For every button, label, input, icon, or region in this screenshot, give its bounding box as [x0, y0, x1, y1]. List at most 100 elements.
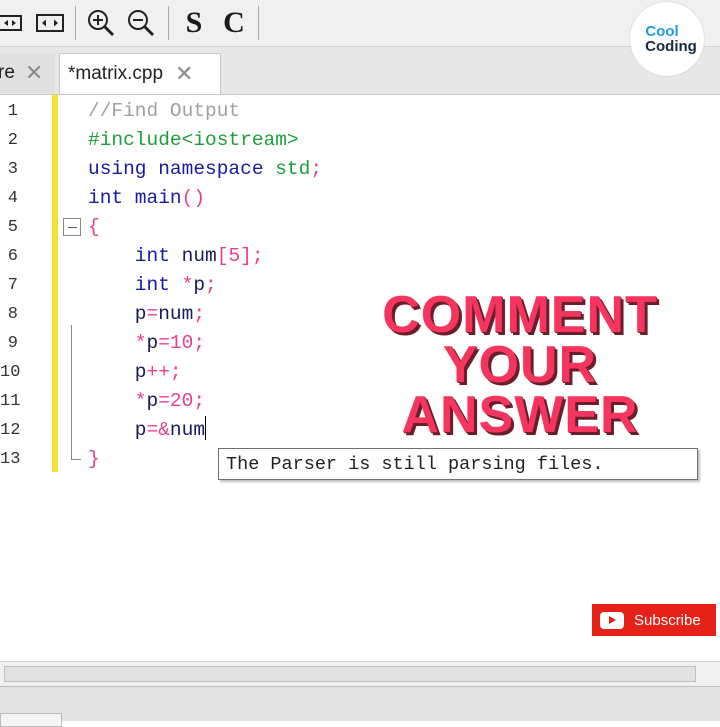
code-line: *p=20; [88, 387, 205, 416]
code-token: ]; [240, 245, 264, 267]
bottom-panel [0, 686, 720, 727]
modified-lines-bar [52, 95, 58, 472]
subscribe-button[interactable]: Subscribe [592, 604, 716, 636]
fold-guide-end [71, 459, 81, 460]
cool-coding-logo: Cool Coding [630, 2, 704, 76]
toolbar-separator [75, 6, 76, 40]
line-number: 4 [7, 189, 18, 208]
code-token: p [88, 303, 147, 325]
toolbar-separator [258, 6, 259, 40]
code-token: = [158, 390, 170, 412]
code-token: [ [216, 245, 229, 267]
code-token: 10 [169, 332, 194, 354]
code-token: ++; [146, 361, 182, 383]
code-token: () [181, 187, 206, 209]
line-number: 1 [7, 102, 18, 121]
code-token: num [158, 303, 194, 325]
code-token: p [193, 274, 206, 296]
code-token: num [181, 245, 217, 267]
subscribe-label: Subscribe [634, 611, 701, 629]
code-line: using namespace std; [88, 155, 322, 184]
code-line: *p=10; [88, 329, 205, 358]
code-token: ; [193, 390, 206, 412]
logo-line-1: Cool [645, 23, 679, 40]
code-token: } [88, 448, 100, 470]
line-number: 3 [7, 160, 18, 179]
code-line: } [88, 445, 100, 474]
code-token: * [88, 390, 147, 412]
youtube-play-icon [600, 611, 624, 629]
line-number: 5 [7, 218, 18, 237]
line-number: 11 [0, 392, 21, 411]
line-number: 13 [0, 450, 21, 469]
bottom-panel-tab[interactable] [0, 713, 62, 727]
logo-line-2: Coding [645, 38, 697, 55]
code-token: using namespace [88, 158, 276, 180]
line-number: 8 [7, 305, 18, 324]
code-token: * [88, 332, 147, 354]
code-line: { [88, 213, 100, 242]
overlay-word: Your [442, 336, 598, 394]
rectangle-select-icon[interactable] [33, 7, 67, 39]
tab-matrix-cpp[interactable]: *matrix.cpp ✕ [59, 53, 221, 94]
code-token: ; [310, 158, 323, 180]
code-token: = [146, 419, 159, 441]
fold-guide [71, 325, 72, 459]
code-line: p=&num [88, 416, 207, 445]
close-icon[interactable]: ✕ [175, 61, 193, 87]
parser-status-tooltip: The Parser is still parsing files. [218, 448, 698, 480]
code-token: 5 [228, 245, 241, 267]
code-token: * [181, 274, 194, 296]
toolbar: S C [0, 0, 720, 47]
c-toolbar-label: C [223, 6, 245, 39]
line-number: 10 [0, 363, 21, 382]
code-token: int [88, 245, 182, 267]
code-line: p++; [88, 358, 182, 387]
line-number: 6 [7, 247, 18, 266]
rectangle-select-icon[interactable] [0, 7, 26, 39]
code-token: ; [193, 303, 206, 325]
code-token: //Find Output [88, 100, 241, 122]
overlay-word: Comment [382, 286, 658, 344]
code-line: int main() [88, 184, 205, 213]
line-number: 7 [7, 276, 18, 295]
code-token: ; [205, 274, 217, 296]
code-token: ; [193, 332, 206, 354]
horizontal-scrollbar[interactable] [0, 661, 720, 686]
code-token: 20 [169, 390, 194, 412]
zoom-in-icon[interactable] [84, 7, 118, 39]
overlay-word: Answer [401, 386, 639, 444]
close-icon[interactable]: ✕ [25, 60, 43, 86]
code-token: p [146, 390, 159, 412]
code-token: num [169, 419, 206, 441]
code-token: int [88, 274, 182, 296]
code-token: #include<iostream> [88, 129, 299, 151]
code-token: = [158, 332, 170, 354]
tab-previous-file[interactable]: re ✕ [0, 53, 55, 93]
line-number: 9 [7, 334, 18, 353]
tab-label: re [0, 62, 15, 83]
code-token: int main [88, 187, 182, 209]
code-token: { [88, 216, 100, 238]
code-line: p=num; [88, 300, 205, 329]
code-line: //Find Output [88, 97, 240, 126]
comment-your-answer-overlay: Comment Your Answer [352, 286, 688, 444]
editor-tab-bar: re ✕ *matrix.cpp ✕ [0, 47, 720, 95]
fold-toggle-icon[interactable] [63, 218, 81, 236]
toolbar-separator [168, 6, 169, 40]
text-caret [205, 416, 207, 440]
code-line: int num[5]; [88, 242, 264, 271]
code-token: = [146, 303, 159, 325]
code-token: p [88, 361, 147, 383]
tab-label: *matrix.cpp [68, 63, 164, 84]
code-token: & [158, 419, 170, 441]
code-token: p [146, 332, 159, 354]
c-toolbar-button[interactable]: C [218, 7, 250, 39]
line-number: 2 [7, 131, 18, 150]
scrollbar-thumb[interactable] [4, 666, 696, 682]
line-number: 12 [0, 421, 21, 440]
line-number-gutter: 1 2 3 4 5 6 7 8 9 10 11 12 13 [0, 95, 50, 661]
zoom-out-icon[interactable] [124, 7, 158, 39]
code-line: #include<iostream> [88, 126, 299, 155]
s-toolbar-button[interactable]: S [180, 7, 208, 39]
